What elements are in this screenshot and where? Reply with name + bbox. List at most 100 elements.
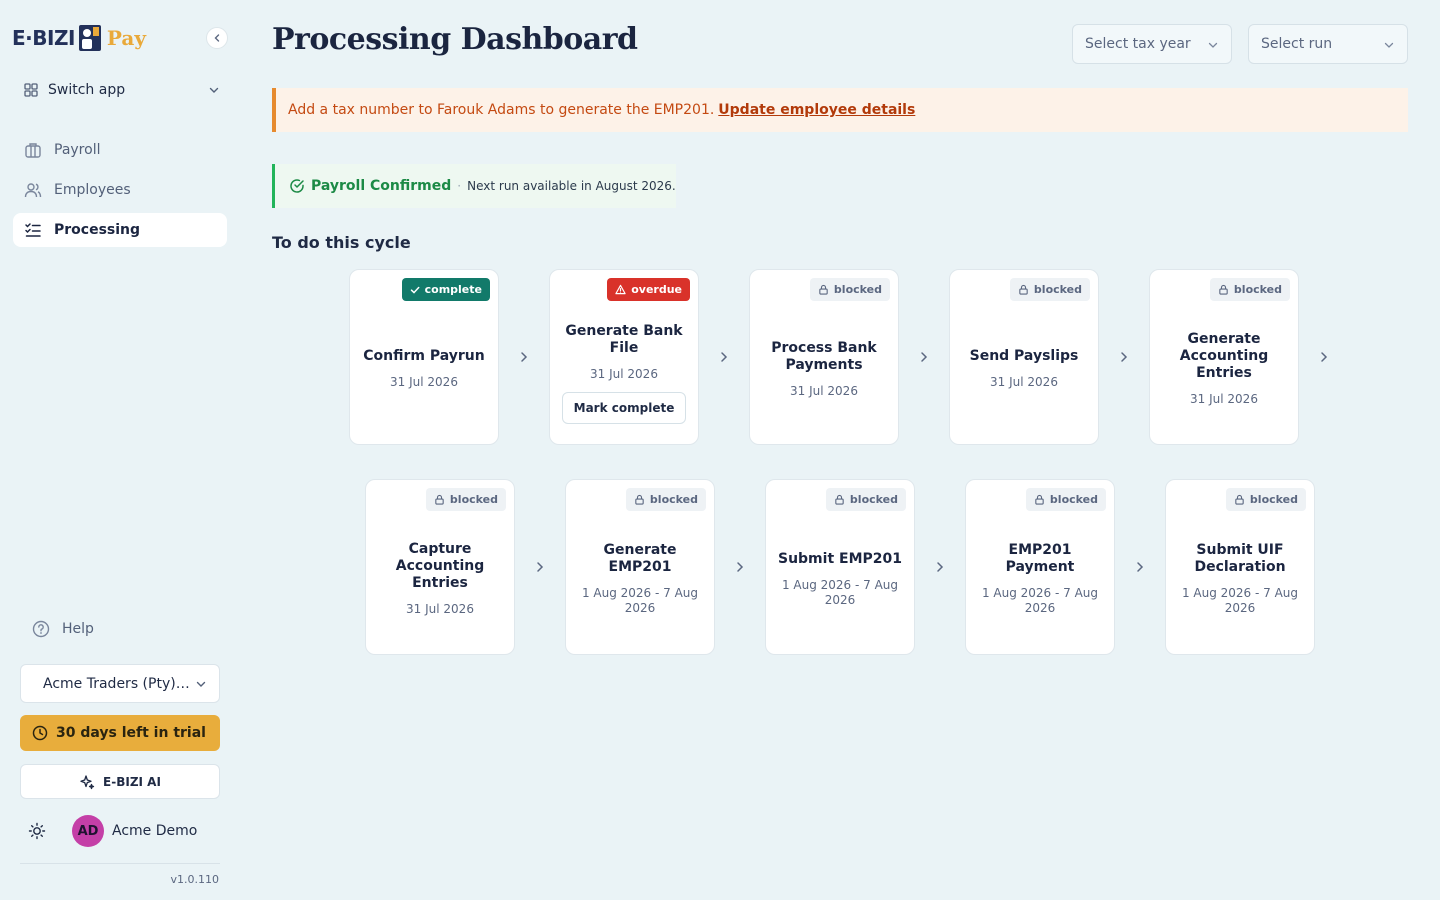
lock-icon — [819, 284, 828, 295]
help-link[interactable]: Help — [32, 620, 94, 638]
version-label: v1.0.110 — [170, 873, 220, 886]
task-title: EMP201 Payment — [1005, 542, 1075, 575]
status-badge: blocked — [425, 488, 506, 511]
sparkles-icon — [80, 774, 95, 789]
chevron-right-icon — [921, 352, 928, 362]
lock-icon — [1019, 284, 1028, 295]
chevron-right-icon — [1321, 352, 1328, 362]
collapse-sidebar-button[interactable] — [206, 27, 228, 49]
task-card-confirm-payrun[interactable]: complete Confirm Payrun 31 Jul 2026 — [349, 269, 499, 445]
task-date: 1 Aug 2026 - 7 Aug 2026 — [581, 586, 699, 615]
task-title: Process Bank Payments — [771, 339, 877, 373]
tax-year-select[interactable]: Select tax year — [1072, 24, 1232, 64]
chevron-down-icon — [209, 87, 219, 93]
task-card-submit-uif-declaration[interactable]: blocked Submit UIF Declaration 1 Aug 202… — [1165, 479, 1315, 655]
check-icon — [410, 286, 420, 294]
sun-icon[interactable] — [28, 822, 46, 840]
logo-pay-text: Pay — [106, 26, 146, 50]
chevron-right-icon — [937, 562, 944, 572]
sidebar-item-label: Employees — [54, 182, 131, 198]
status-badge: overdue — [607, 278, 690, 301]
task-title: Send Payslips — [969, 348, 1079, 364]
task-card-emp201-payment[interactable]: blocked EMP201 Payment 1 Aug 2026 - 7 Au… — [965, 479, 1115, 655]
chevron-right-icon — [537, 562, 544, 572]
alert-text: Add a tax number to Farouk Adams to gene… — [288, 102, 715, 118]
user-name[interactable]: Acme Demo — [112, 823, 197, 839]
lock-icon — [435, 494, 444, 505]
chevron-right-icon — [521, 352, 528, 362]
task-date: 31 Jul 2026 — [1190, 392, 1258, 406]
switch-app-dropdown[interactable]: Switch app — [16, 74, 228, 106]
task-date: 1 Aug 2026 - 7 Aug 2026 — [1181, 586, 1299, 615]
sidebar-nav: Payroll Employees Processing — [13, 133, 227, 253]
task-date: 31 Jul 2026 — [990, 375, 1058, 389]
task-date: 31 Jul 2026 — [790, 383, 858, 398]
status-badge: blocked — [825, 488, 906, 511]
task-date: 31 Jul 2026 — [390, 375, 458, 389]
task-card-submit-emp201[interactable]: blocked Submit EMP201 1 Aug 2026 - 7 Aug… — [765, 479, 915, 655]
run-placeholder: Select run — [1261, 36, 1333, 52]
company-selector[interactable]: Acme Traders (Pty) Ltd — [20, 664, 220, 703]
payroll-status-banner: Payroll Confirmed · Next run available i… — [272, 164, 676, 208]
chevron-right-icon — [1137, 562, 1144, 572]
chevron-right-icon — [1121, 352, 1128, 362]
trial-badge[interactable]: 30 days left in trial — [20, 715, 220, 751]
company-name: Acme Traders (Pty) Ltd — [43, 675, 191, 692]
tax-year-placeholder: Select tax year — [1085, 36, 1191, 52]
users-icon — [24, 183, 42, 198]
check-circle-icon — [290, 179, 304, 193]
sidebar-item-payroll[interactable]: Payroll — [13, 133, 227, 167]
user-row: AD Acme Demo — [28, 815, 228, 847]
task-title: Submit EMP201 — [777, 550, 902, 567]
task-card-process-bank-payments[interactable]: blocked Process Bank Payments 31 Jul 202… — [749, 269, 899, 445]
page-title: Processing Dashboard — [272, 22, 638, 57]
lock-icon — [635, 494, 644, 505]
sidebar-item-label: Payroll — [54, 142, 101, 158]
task-title: Capture Accounting Entries — [395, 541, 485, 591]
status-separator: · — [457, 179, 462, 193]
logo-text: E·BIZI — [12, 26, 75, 50]
status-badge: complete — [401, 278, 490, 301]
chevron-right-icon — [737, 562, 744, 572]
status-badge-label: blocked — [1049, 493, 1098, 506]
app-logo[interactable]: E·BIZI Pay — [12, 22, 146, 54]
clock-icon — [32, 725, 48, 741]
chevron-down-icon — [1384, 42, 1394, 48]
task-title: Confirm Payrun — [363, 348, 485, 364]
logo-mark-icon — [78, 25, 101, 51]
trial-label: 30 days left in trial — [56, 725, 206, 741]
avatar[interactable]: AD — [72, 815, 104, 847]
briefcase-icon — [25, 143, 41, 158]
sidebar-item-processing[interactable]: Processing — [13, 213, 227, 247]
status-badge-label: blocked — [1249, 493, 1298, 506]
run-select[interactable]: Select run — [1248, 24, 1408, 64]
status-badge-label: blocked — [449, 493, 498, 506]
section-title: To do this cycle — [272, 233, 411, 252]
status-badge-label: blocked — [1033, 283, 1082, 296]
chevron-down-icon — [196, 681, 206, 687]
alert-triangle-icon — [615, 284, 626, 295]
checklist-icon — [25, 223, 41, 237]
status-badge-label: blocked — [849, 493, 898, 506]
task-card-generate-emp201[interactable]: blocked Generate EMP201 1 Aug 2026 - 7 A… — [565, 479, 715, 655]
task-date: 1 Aug 2026 - 7 Aug 2026 — [781, 577, 899, 607]
task-card-capture-accounting-entries[interactable]: blocked Capture Accounting Entries 31 Ju… — [365, 479, 515, 655]
update-employee-link[interactable]: Update employee details — [718, 102, 915, 118]
task-card-send-payslips[interactable]: blocked Send Payslips 31 Jul 2026 — [949, 269, 1099, 445]
grid-icon — [24, 83, 38, 97]
task-card-generate-accounting-entries[interactable]: blocked Generate Accounting Entries 31 J… — [1149, 269, 1299, 445]
chevron-down-icon — [1208, 42, 1218, 48]
status-badge: blocked — [1009, 278, 1090, 301]
warning-alert: Add a tax number to Farouk Adams to gene… — [272, 88, 1408, 132]
task-title: Generate Accounting Entries — [1179, 331, 1269, 381]
task-title: Generate Bank File — [565, 322, 683, 356]
lock-icon — [1235, 494, 1244, 505]
status-badge: blocked — [1225, 488, 1306, 511]
chevron-left-icon — [214, 34, 220, 42]
mark-complete-button[interactable]: Mark complete — [562, 391, 686, 424]
ebizi-ai-button[interactable]: E-BIZI AI — [20, 764, 220, 799]
status-badge-label: overdue — [631, 283, 682, 296]
status-title: Payroll Confirmed — [311, 178, 452, 194]
task-card-generate-bank-file[interactable]: overdue Generate Bank File 31 Jul 2026 M… — [549, 269, 699, 445]
sidebar-item-employees[interactable]: Employees — [13, 173, 227, 207]
